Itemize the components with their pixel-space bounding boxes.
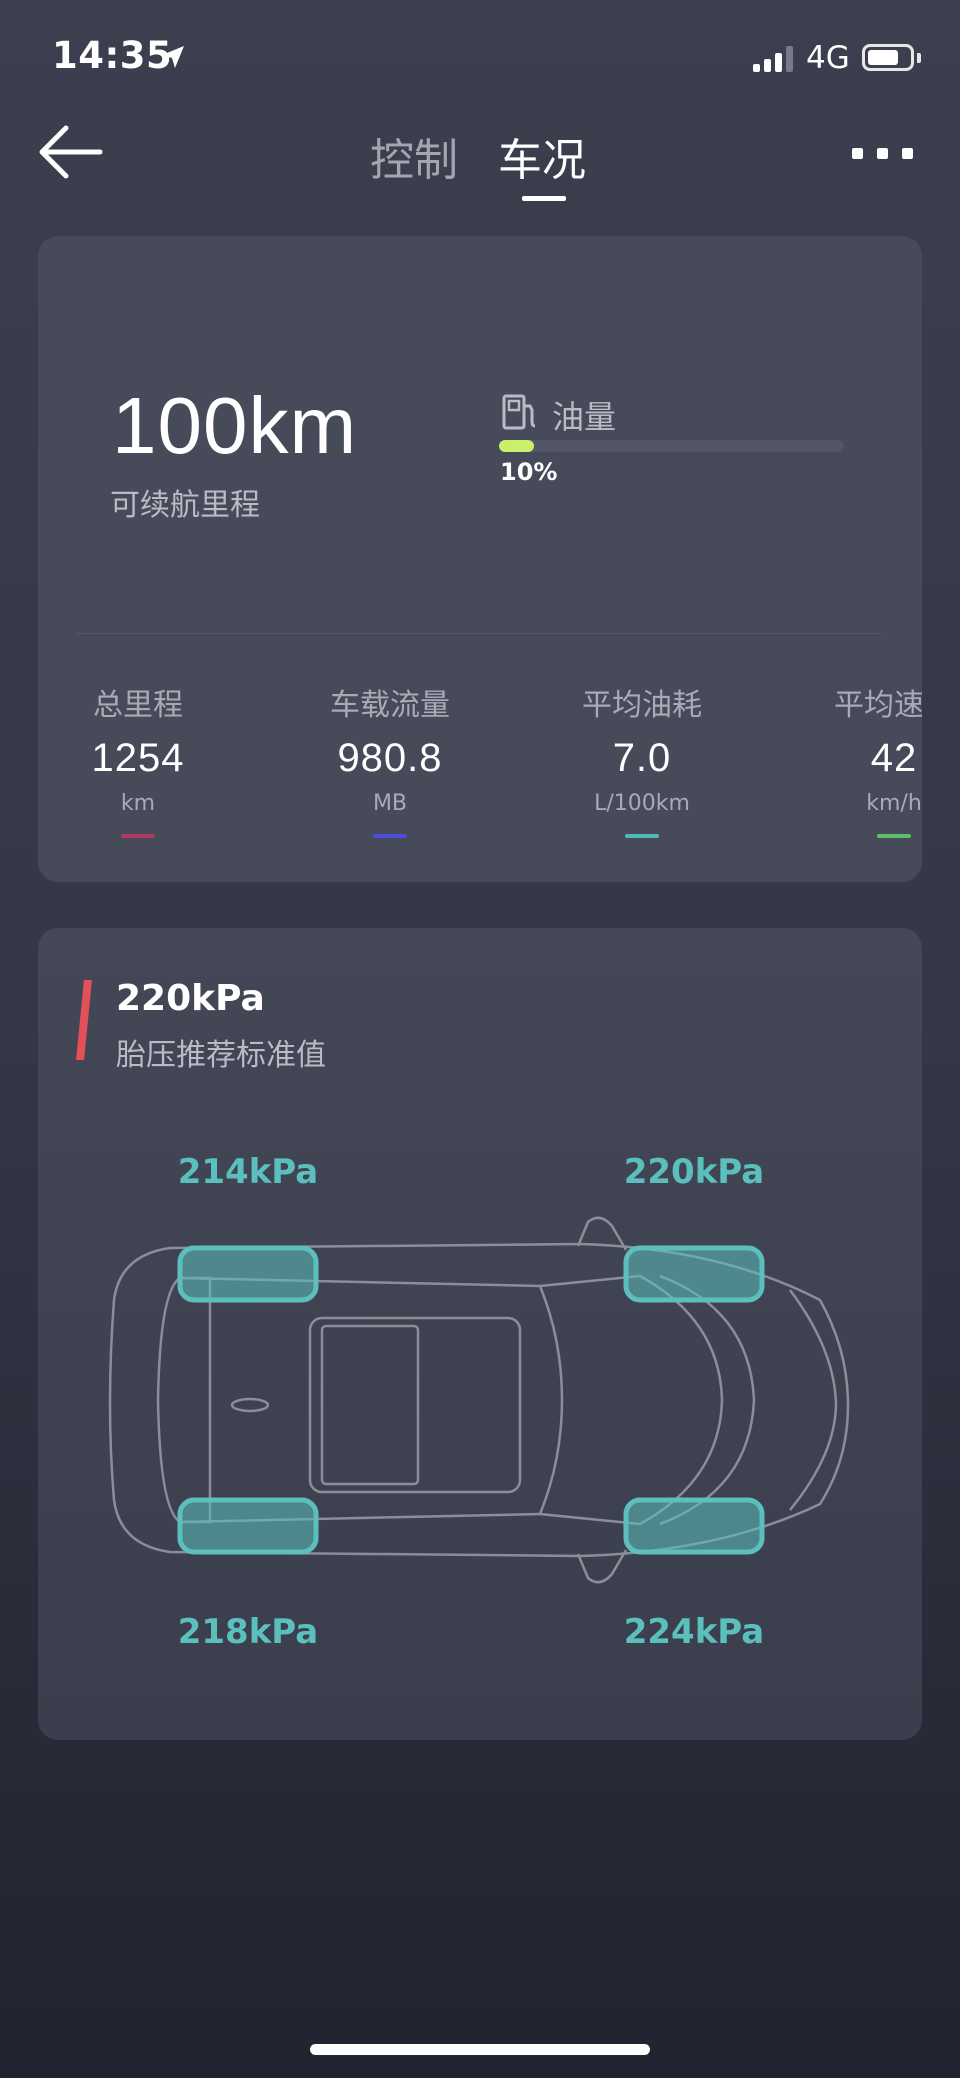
active-tab-indicator — [522, 196, 566, 201]
stat-avg-speed: 平均速度 42 km/h — [794, 680, 922, 838]
stat-label: 平均油耗 — [582, 688, 702, 723]
tire-pressure-front-left: 214kPa — [177, 1152, 319, 1192]
tire-rear-right-icon — [623, 1497, 765, 1555]
tab-control[interactable]: 控制 — [370, 124, 458, 188]
tab-vehicle-status[interactable]: 车况 — [498, 124, 586, 188]
range-value: 100km — [112, 381, 358, 470]
stat-value: 42 — [870, 736, 918, 780]
stat-unit: km/h — [866, 791, 922, 816]
more-dots-icon[interactable] — [852, 146, 914, 162]
stat-unit: L/100km — [594, 791, 690, 816]
tire-pressure-rear-left: 218kPa — [177, 1612, 319, 1652]
tire-pressure-front-right: 220kPa — [623, 1152, 765, 1192]
divider — [76, 633, 882, 634]
stat-value: 7.0 — [612, 736, 672, 780]
stat-data-usage: 车载流量 980.8 MB — [290, 680, 490, 838]
fuel-level-fill — [499, 440, 534, 452]
stat-label: 总里程 — [93, 688, 183, 723]
fuel-percent: 10% — [500, 458, 558, 486]
home-indicator[interactable] — [310, 2044, 650, 2055]
stats-row[interactable]: 总里程 1254 km 车载流量 980.8 MB 平均油耗 7.0 L/100… — [38, 680, 922, 860]
stat-unit: km — [120, 791, 156, 816]
stat-color-bar — [121, 834, 155, 838]
fuel-level-bar — [499, 440, 844, 452]
tire-pressure-rear-right: 224kPa — [623, 1612, 765, 1652]
stat-color-bar — [877, 834, 911, 838]
stat-color-bar — [625, 834, 659, 838]
car-top-view — [108, 1216, 850, 1584]
fuel-label: 油量 — [552, 398, 617, 436]
stat-avg-fuel: 平均油耗 7.0 L/100km — [542, 680, 742, 838]
back-arrow-icon[interactable] — [36, 124, 104, 180]
stat-label: 平均速度 — [834, 688, 922, 723]
stat-value: 980.8 — [337, 736, 443, 780]
signal-icon — [753, 46, 797, 72]
stat-label: 车载流量 — [330, 688, 450, 723]
range-label: 可续航里程 — [110, 488, 260, 523]
tire-front-right-icon — [623, 1245, 765, 1303]
tire-front-left-icon — [177, 1245, 319, 1303]
stat-unit: MB — [372, 791, 408, 816]
status-time: 14:35 — [52, 34, 173, 77]
accent-mark — [76, 980, 92, 1060]
battery-icon — [862, 44, 914, 71]
standard-pressure-value: 220kPa — [116, 978, 265, 1019]
tire-rear-left-icon — [177, 1497, 319, 1555]
stat-color-bar — [373, 834, 407, 838]
stat-value: 1254 — [91, 736, 185, 780]
location-arrow-icon — [162, 46, 184, 68]
fuel-pump-icon — [502, 394, 536, 430]
battery-cap — [917, 53, 921, 63]
stat-total-mileage: 总里程 1254 km — [38, 680, 238, 838]
network-type: 4G — [806, 40, 850, 76]
standard-pressure-label: 胎压推荐标准值 — [116, 1038, 326, 1073]
